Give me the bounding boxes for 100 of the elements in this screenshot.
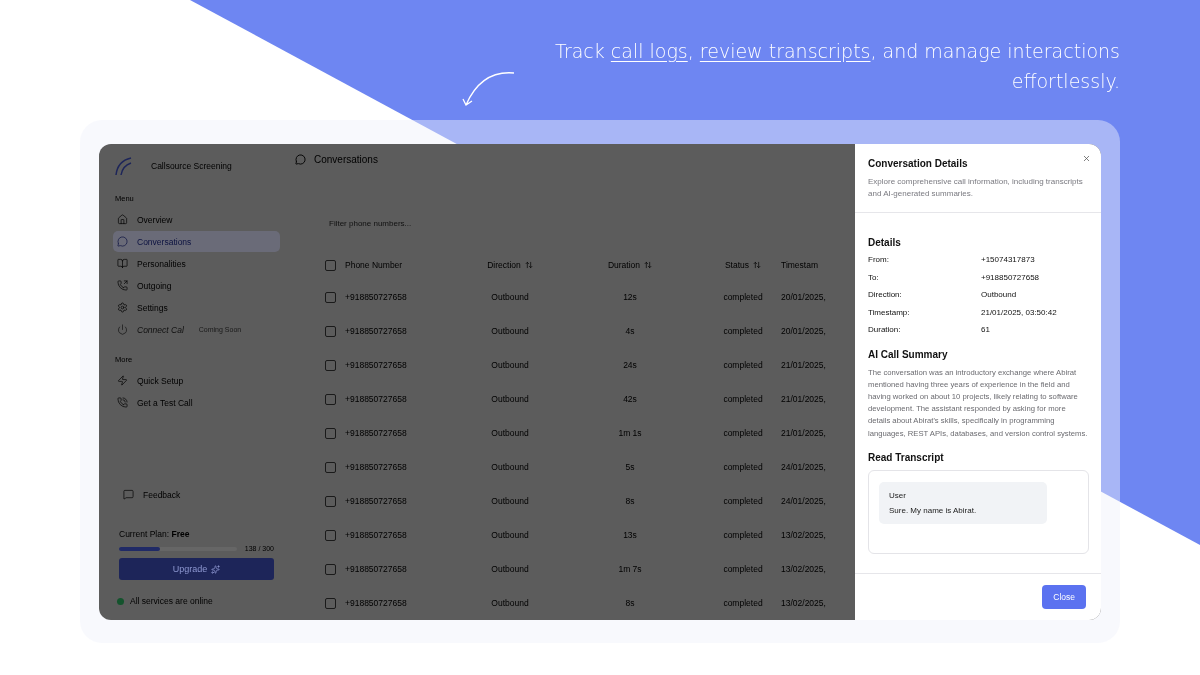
column-header[interactable]: Direction: [465, 260, 555, 270]
field-label: Duration:: [868, 325, 902, 336]
checkbox[interactable]: [325, 461, 336, 473]
table-cell-text: completed: [722, 462, 764, 472]
logo-icon: [113, 156, 133, 176]
checkbox[interactable]: [325, 259, 336, 271]
nav-icon: [117, 258, 128, 269]
table-cell-text: completed: [722, 598, 764, 608]
column-header[interactable]: Status: [705, 260, 781, 270]
table-cell-text: +918850727658: [345, 360, 408, 370]
table-cell-text: +918850727658: [345, 394, 408, 404]
table-cell-text: completed: [722, 292, 764, 302]
table-cell-text: completed: [722, 564, 764, 574]
table-cell-text: 21/01/2025,: [781, 394, 827, 404]
table-cell-text: 13/02/2025,: [781, 564, 827, 574]
table-cell-text: 24/01/2025,: [781, 462, 827, 472]
table-cell-text: 42s: [622, 394, 638, 404]
table-cell-text: +918850727658: [345, 326, 408, 336]
table-cell-text: +918850727658: [345, 530, 408, 540]
table-cell-text: 5s: [624, 462, 636, 472]
checkbox[interactable]: [325, 427, 336, 439]
nav-item[interactable]: Personalities: [113, 253, 280, 274]
table-cell-text: +918850727658: [345, 564, 408, 574]
table-cell-text: 4s: [624, 326, 636, 336]
checkbox[interactable]: [325, 393, 336, 405]
nav-item[interactable]: Settings: [113, 297, 280, 318]
field-value: +15074317873: [981, 255, 1036, 266]
sort-icon: [753, 261, 762, 269]
column-header[interactable]: Timestam: [781, 260, 851, 270]
nav-icon: [117, 236, 128, 247]
checkbox[interactable]: [325, 597, 336, 609]
nav-item[interactable]: Overview: [113, 209, 280, 230]
table-cell-text: Outbound: [490, 360, 530, 370]
page-title: Conversations: [314, 154, 378, 165]
table-cell-text: +918850727658: [345, 462, 408, 472]
field-value: +918850727658: [981, 272, 1041, 284]
checkbox[interactable]: [325, 529, 336, 541]
table-cell-text: completed: [722, 326, 764, 336]
nav-icon: [117, 375, 128, 386]
brand-name: Callsource Screening: [151, 161, 232, 171]
nav-icon: [117, 302, 128, 313]
field-value: 61: [981, 325, 991, 336]
table-cell-text: completed: [722, 530, 764, 540]
table-cell-text: completed: [722, 496, 764, 506]
nav-icon: [117, 397, 128, 408]
field-value: Outbound: [981, 290, 1018, 301]
section-heading: Read Transcript: [868, 451, 945, 463]
curved-arrow-icon: [462, 70, 516, 108]
sort-icon: [644, 261, 653, 269]
panel-description: Explore comprehensive call information, including transcripts and AI-generated summaries.: [868, 176, 1084, 200]
column-header[interactable]: Duration: [555, 260, 705, 270]
table-cell-text: Outbound: [490, 598, 530, 608]
table-cell-text: 24s: [622, 360, 638, 370]
table-cell-text: Outbound: [490, 292, 530, 302]
nav-item[interactable]: Quick Setup: [113, 370, 280, 391]
close-button[interactable]: Close: [1042, 585, 1086, 609]
field-label: Direction:: [868, 290, 903, 301]
table-cell-text: 21/01/2025,: [781, 428, 827, 438]
table-cell-text: Outbound: [490, 394, 530, 404]
plan-label: Current Plan: Free: [119, 529, 191, 539]
upgrade-button[interactable]: Upgrade: [119, 558, 274, 580]
filter-field[interactable]: Filter phone numbers...: [325, 215, 553, 232]
table-cell-text: 13s: [622, 530, 638, 540]
nav-icon: [117, 324, 128, 335]
sparkle-icon: [211, 564, 221, 574]
section-heading: Details: [868, 237, 902, 248]
close-button[interactable]: [1082, 154, 1091, 163]
table-cell-text: Outbound: [490, 496, 530, 506]
panel-title: Conversation Details: [868, 158, 969, 169]
table-cell-text: 13/02/2025,: [781, 530, 827, 540]
table-cell-text: +918850727658: [345, 292, 408, 302]
table-cell-text: 20/01/2025,: [781, 292, 827, 302]
checkbox[interactable]: [325, 359, 336, 371]
checkbox[interactable]: [325, 325, 336, 337]
field-label: To:: [868, 272, 880, 284]
table-cell-text: 21/01/2025,: [781, 360, 827, 370]
checkbox[interactable]: [325, 495, 336, 507]
feedback-item[interactable]: Feedback: [119, 484, 274, 505]
table-cell-text: Outbound: [490, 428, 530, 438]
table-cell-text: Outbound: [490, 530, 530, 540]
table-cell-text: 20/01/2025,: [781, 326, 827, 336]
table-cell-text: 8s: [624, 496, 636, 506]
status-dot: [117, 597, 124, 605]
table-cell-text: 13/02/2025,: [781, 598, 827, 608]
column-header[interactable]: Phone Number: [345, 260, 465, 270]
table-cell-text: +918850727658: [345, 496, 408, 506]
nav-icon: [117, 280, 128, 291]
checkbox[interactable]: [325, 291, 336, 303]
nav-item[interactable]: Outgoing: [113, 275, 280, 296]
nav-item[interactable]: Conversations: [113, 231, 280, 252]
field-label: Timestamp:: [868, 307, 911, 319]
field-value: 21/01/2025, 03:50:42: [981, 307, 1058, 319]
speaker-name: User: [889, 489, 907, 502]
table-cell-text: completed: [722, 428, 764, 438]
table-cell-text: completed: [722, 394, 764, 404]
checkbox[interactable]: [325, 563, 336, 575]
table-cell-text: 1m 7s: [617, 564, 643, 574]
table-cell-text: 8s: [624, 598, 636, 608]
sort-icon: [524, 261, 533, 269]
nav-item[interactable]: Get a Test Call: [113, 392, 280, 413]
